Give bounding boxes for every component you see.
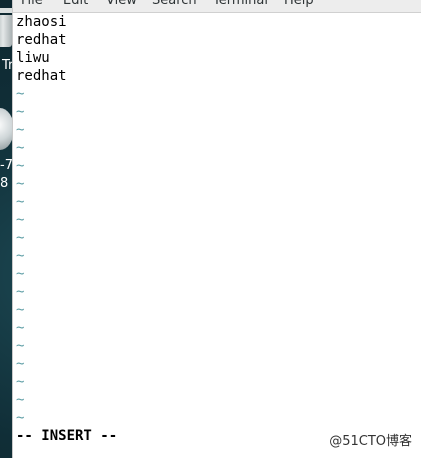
terminal-menubar: File Edit View Search Terminal Help (13, 0, 421, 13)
terminal-window[interactable]: File Edit View Search Terminal Help zhao… (12, 0, 421, 458)
editor-line: redhat (16, 32, 67, 48)
menu-view[interactable]: View (106, 0, 137, 8)
empty-line-tilde: ~ (16, 86, 25, 102)
menu-edit[interactable]: Edit (63, 0, 88, 8)
empty-line-tilde: ~ (16, 284, 25, 300)
empty-line-tilde: ~ (16, 158, 25, 174)
empty-line-tilde: ~ (16, 248, 25, 264)
mode-status: -- INSERT -- (16, 428, 118, 444)
empty-line-tilde: ~ (16, 230, 25, 246)
empty-line-tilde: ~ (16, 176, 25, 192)
editor-line: redhat (16, 68, 67, 84)
menu-search[interactable]: Search (152, 0, 197, 8)
menu-terminal[interactable]: Terminal (213, 0, 268, 8)
empty-line-tilde: ~ (16, 356, 25, 372)
empty-line-tilde: ~ (16, 302, 25, 318)
empty-line-tilde: ~ (16, 212, 25, 228)
empty-line-tilde: ~ (16, 338, 25, 354)
empty-line-tilde: ~ (16, 140, 25, 156)
empty-line-tilde: ~ (16, 392, 25, 408)
watermark: @51CTO博客 (327, 430, 414, 449)
editor-text-area[interactable]: zhaosi redhat liwu redhat ~ ~ ~ ~ ~ ~ ~ ~ ~ ~ ~ ~ ~ ~… (16, 13, 416, 426)
menu-file[interactable]: File (21, 0, 43, 8)
empty-line-tilde: ~ (16, 194, 25, 210)
disc-label-line2: 8 (0, 176, 9, 191)
menu-help[interactable]: Help (284, 0, 314, 8)
editor-line: liwu (16, 50, 50, 66)
empty-line-tilde: ~ (16, 410, 25, 426)
empty-line-tilde: ~ (16, 104, 25, 120)
empty-line-tilde: ~ (16, 320, 25, 336)
empty-line-tilde: ~ (16, 374, 25, 390)
editor-line: zhaosi (16, 14, 67, 30)
empty-line-tilde: ~ (16, 122, 25, 138)
empty-line-tilde: ~ (16, 266, 25, 282)
